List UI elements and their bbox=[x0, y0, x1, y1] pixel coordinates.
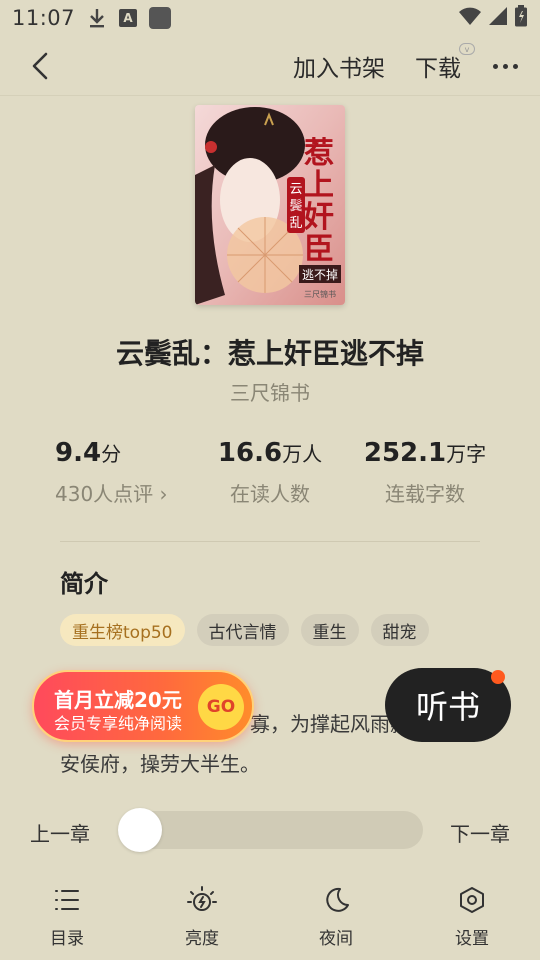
svg-text:臣: 臣 bbox=[304, 232, 334, 267]
promo-subtitle: 会员专享纯净阅读 bbox=[54, 714, 183, 733]
slider-thumb[interactable] bbox=[118, 808, 162, 852]
chapter-navigation: 上一章 下一章 bbox=[0, 808, 540, 852]
svg-text:乱: 乱 bbox=[289, 216, 302, 231]
tag-genre[interactable]: 古代言情 bbox=[196, 614, 289, 646]
synopsis-line-2: 安侯府，操劳大半生。 bbox=[60, 752, 260, 776]
download-label: 下载 bbox=[415, 56, 461, 82]
svg-text:鬓: 鬓 bbox=[289, 199, 302, 214]
settings-icon bbox=[432, 880, 512, 920]
more-dots-icon bbox=[493, 63, 498, 69]
app-square-icon bbox=[149, 7, 172, 29]
brightness-label: 亮度 bbox=[185, 929, 219, 949]
words-unit: 万字 bbox=[446, 442, 487, 466]
vip-promo-banner[interactable]: 首月立减20元 会员专享纯净阅读 GO bbox=[32, 670, 254, 742]
chapter-progress-slider[interactable] bbox=[118, 811, 423, 849]
svg-text:三尺锦书: 三尺锦书 bbox=[304, 289, 336, 299]
wifi-icon bbox=[458, 6, 482, 31]
intro-title: 简介 bbox=[60, 570, 108, 598]
rating-stat[interactable]: 9.4分 430人点评 › bbox=[55, 438, 185, 507]
a-icon: A bbox=[119, 9, 138, 27]
back-button[interactable] bbox=[22, 48, 58, 84]
top-bar: 加入书架 下载 v bbox=[0, 36, 540, 96]
readers-label: 在读人数 bbox=[230, 482, 310, 506]
settings-button[interactable]: 设置 bbox=[432, 880, 512, 949]
divider bbox=[60, 541, 480, 542]
readers-unit: 万人 bbox=[282, 442, 323, 466]
status-bar: 11:07 A bbox=[0, 0, 540, 36]
prev-chapter-button[interactable]: 上一章 bbox=[30, 818, 90, 847]
listen-label: 听书 bbox=[415, 688, 480, 726]
rating-count-link[interactable]: 430人点评 › bbox=[55, 478, 185, 507]
readers-value: 16.6 bbox=[217, 438, 283, 468]
tag-sweet[interactable]: 甜宠 bbox=[370, 614, 429, 646]
words-label: 连载字数 bbox=[385, 482, 465, 506]
night-mode-button[interactable]: 夜间 bbox=[296, 880, 376, 949]
brightness-icon bbox=[162, 880, 242, 920]
toc-label: 目录 bbox=[50, 929, 84, 949]
download-icon bbox=[87, 8, 107, 28]
notification-dot bbox=[491, 670, 505, 684]
add-to-shelf-button[interactable]: 加入书架 bbox=[293, 49, 385, 83]
moon-icon bbox=[296, 880, 376, 920]
svg-text:惹: 惹 bbox=[304, 136, 334, 171]
list-icon bbox=[27, 880, 107, 920]
status-time: 11:07 bbox=[12, 6, 76, 30]
words-value: 252.1 bbox=[363, 438, 447, 468]
download-button[interactable]: 下载 v bbox=[415, 43, 475, 83]
promo-title: 首月立减20元 bbox=[54, 688, 182, 712]
book-cover[interactable]: 惹 上 奸 臣 云 鬓 乱 逃不掉 三尺锦书 bbox=[195, 105, 345, 305]
svg-text:上: 上 bbox=[304, 168, 334, 203]
vip-badge-icon: v bbox=[459, 43, 475, 55]
listen-book-button[interactable]: 听书 bbox=[385, 668, 511, 742]
words-stat: 252.1万字 连载字数 bbox=[360, 438, 490, 507]
rating-unit: 分 bbox=[101, 442, 122, 466]
bottom-toolbar: 目录 亮度 夜间 设置 bbox=[0, 880, 540, 960]
night-mode-label: 夜间 bbox=[319, 929, 353, 949]
tag-rank[interactable]: 重生榜top50 bbox=[60, 614, 185, 646]
svg-text:奸: 奸 bbox=[304, 200, 334, 235]
rating-value: 9.4 bbox=[55, 438, 102, 468]
next-chapter-button[interactable]: 下一章 bbox=[450, 818, 510, 847]
signal-icon bbox=[488, 6, 508, 31]
toc-button[interactable]: 目录 bbox=[27, 880, 107, 949]
promo-go-button[interactable]: GO bbox=[198, 684, 244, 730]
battery-icon bbox=[514, 4, 528, 32]
book-author[interactable]: 三尺锦书 bbox=[0, 377, 540, 406]
settings-label: 设置 bbox=[455, 929, 489, 949]
brightness-button[interactable]: 亮度 bbox=[162, 880, 242, 949]
more-button[interactable] bbox=[491, 63, 520, 69]
tag-list: 重生榜top50 古代言情 重生 甜宠 bbox=[60, 614, 500, 646]
readers-stat: 16.6万人 在读人数 bbox=[200, 438, 340, 507]
tag-rebirth[interactable]: 重生 bbox=[300, 614, 359, 646]
svg-text:云: 云 bbox=[289, 182, 302, 197]
svg-text:逃不掉: 逃不掉 bbox=[302, 268, 338, 282]
back-chevron-icon bbox=[32, 52, 48, 80]
book-title: 云鬓乱：惹上奸臣逃不掉 bbox=[115, 337, 424, 370]
